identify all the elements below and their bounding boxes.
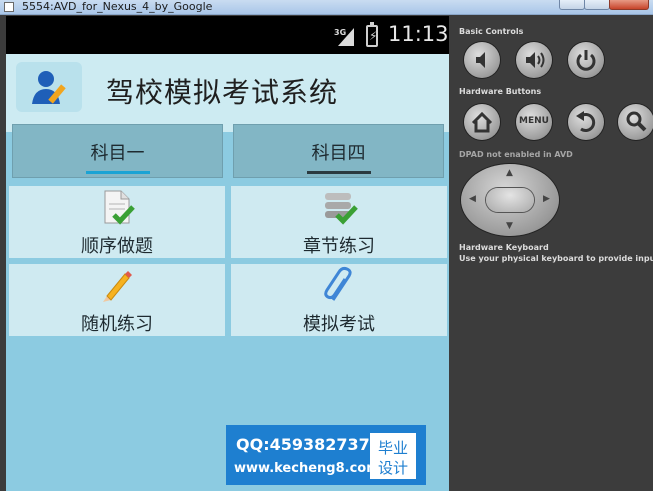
window-app-icon (4, 2, 14, 12)
watermark-badge: 毕业 设计 (370, 433, 416, 479)
subject-tabs: 科目一 科目四 (6, 122, 449, 182)
tab-label: 科目四 (311, 143, 366, 164)
back-button[interactable] (568, 104, 604, 140)
dpad-center-button[interactable] (486, 188, 534, 212)
keyboard-note: Use your physical keyboard to provide in… (459, 254, 653, 263)
menu-item-mock-exam[interactable]: 模拟考试 (231, 264, 447, 336)
menu-item-random[interactable]: 随机练习 (9, 264, 225, 336)
back-icon (576, 111, 596, 132)
menu-button-label: MENU (519, 116, 549, 126)
minimize-button[interactable] (559, 0, 585, 10)
status-time: 11:13 (388, 22, 449, 46)
charging-bolt-icon: ⚡ (369, 29, 378, 43)
watermark-banner: QQ:459382737 www.kecheng8.com 毕业 设计 (226, 425, 426, 485)
volume-down-button[interactable] (464, 42, 500, 78)
watermark-url: www.kecheng8.com (234, 461, 380, 476)
watermark-badge-line2: 设计 (377, 459, 408, 477)
battery-icon: ⚡ (366, 22, 378, 47)
keyboard-heading: Hardware Keyboard (459, 243, 549, 252)
stack-check-icon (325, 193, 358, 225)
dpad-up-icon[interactable]: ▲ (506, 168, 513, 178)
dpad-control[interactable]: ▲ ▼ ◀ ▶ (461, 164, 559, 236)
dpad-down-icon[interactable]: ▼ (506, 221, 513, 231)
menu-item-chapter[interactable]: 章节练习 (231, 186, 447, 258)
volume-up-icon (526, 52, 545, 68)
menu-item-label: 章节练习 (303, 236, 375, 257)
search-button[interactable] (618, 104, 653, 140)
document-check-icon (104, 190, 135, 225)
dpad-left-icon[interactable]: ◀ (469, 194, 476, 204)
watermark-qq: QQ:459382737 (236, 435, 370, 454)
app-logo (16, 62, 82, 112)
status-bar: 3G ⚡ 11:13 (6, 16, 449, 54)
maximize-button[interactable] (584, 0, 610, 10)
hardware-buttons-heading: Hardware Buttons (459, 87, 542, 96)
close-button[interactable] (609, 0, 649, 10)
menu-item-label: 随机练习 (81, 314, 153, 335)
tab-subject-one[interactable]: 科目一 (12, 124, 223, 178)
user-edit-icon (32, 71, 66, 104)
window-title: 5554:AVD_for_Nexus_4_by_Google (22, 0, 213, 13)
tab-label: 科目一 (90, 143, 145, 164)
paperclip-icon (324, 266, 352, 301)
volume-down-icon (476, 52, 485, 68)
dpad-note: DPAD not enabled in AVD (459, 150, 573, 159)
search-icon (626, 111, 647, 132)
window-buttons (559, 0, 649, 10)
menu-item-label: 顺序做题 (81, 236, 153, 257)
tab-indicator (306, 171, 371, 174)
network-type-label: 3G (334, 28, 346, 37)
menu-button[interactable]: MENU (516, 104, 552, 140)
emulator-controls-panel: Basic Controls Hardware Buttons MENU DPA… (449, 16, 653, 491)
basic-controls-heading: Basic Controls (459, 27, 524, 36)
tab-subject-four[interactable]: 科目四 (233, 124, 444, 178)
app-header: 驾校模拟考试系统 (6, 54, 449, 132)
power-icon (576, 50, 596, 71)
dpad-right-icon[interactable]: ▶ (543, 194, 550, 204)
power-button[interactable] (568, 42, 604, 78)
home-icon (471, 111, 493, 133)
menu-item-label: 模拟考试 (303, 314, 375, 335)
watermark-badge-line1: 毕业 (377, 439, 408, 457)
app-title: 驾校模拟考试系统 (106, 76, 339, 109)
window-titlebar: 5554:AVD_for_Nexus_4_by_Google (0, 0, 653, 15)
signal-icon: 3G (334, 28, 354, 46)
tab-selected-indicator (85, 171, 150, 174)
device-screen: 3G ⚡ 11:13 驾校模拟考试系统 科目一 科目四 顺序做题 章节练习 随机… (6, 16, 449, 491)
home-button[interactable] (464, 104, 500, 140)
pencil-icon (103, 271, 132, 302)
volume-up-button[interactable] (516, 42, 552, 78)
menu-item-sequential[interactable]: 顺序做题 (9, 186, 225, 258)
